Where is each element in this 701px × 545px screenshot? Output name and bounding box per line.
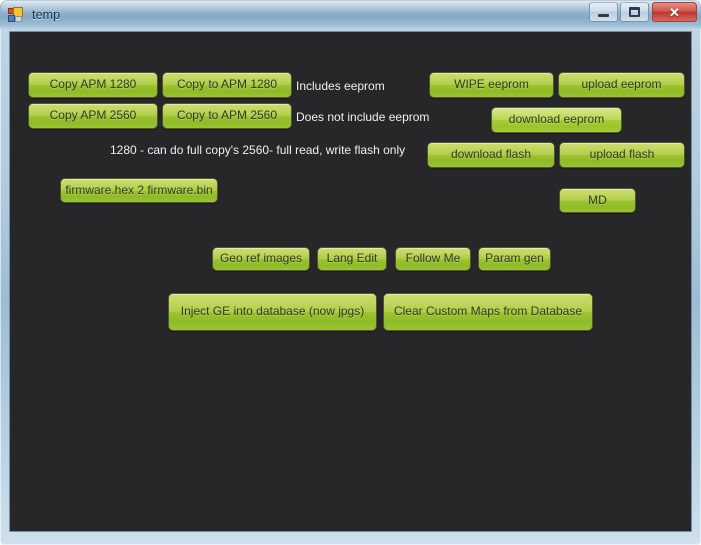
window-controls: ✕ — [587, 2, 697, 22]
minimize-icon — [598, 13, 609, 17]
copy-apm-2560-button[interactable]: Copy APM 2560 — [28, 103, 158, 129]
firmware-hex-2-bin-button[interactable]: firmware.hex 2 firmware.bin — [60, 178, 218, 203]
minimize-button[interactable] — [589, 2, 618, 22]
follow-me-button[interactable]: Follow Me — [395, 247, 471, 271]
title-bar[interactable]: temp ✕ — [0, 0, 701, 29]
copy-capability-note-label: 1280 - can do full copy's 2560- full rea… — [110, 143, 406, 157]
lang-edit-button[interactable]: Lang Edit — [317, 247, 387, 271]
close-icon: ✕ — [669, 4, 680, 20]
upload-eeprom-button[interactable]: upload eeprom — [558, 72, 685, 98]
does-not-include-label: Does not include eeprom — [296, 110, 430, 124]
window-title: temp — [32, 7, 61, 22]
param-gen-button[interactable]: Param gen — [478, 247, 551, 271]
copy-apm-1280-button[interactable]: Copy APM 1280 — [28, 72, 158, 98]
form-icon — [8, 6, 24, 23]
geo-ref-images-button[interactable]: Geo ref images — [212, 247, 310, 271]
maximize-icon — [629, 7, 640, 17]
download-flash-button[interactable]: download flash — [427, 142, 555, 168]
application-window: temp ✕ Copy APM 1280 Copy to APM 1280 WIPE… — [0, 0, 701, 545]
close-button[interactable]: ✕ — [652, 2, 697, 22]
wipe-eeprom-button[interactable]: WIPE eeprom — [429, 72, 554, 98]
clear-custom-maps-button[interactable]: Clear Custom Maps from Database — [383, 293, 593, 331]
copy-to-apm-1280-button[interactable]: Copy to APM 1280 — [162, 72, 292, 98]
form-surface: Copy APM 1280 Copy to APM 1280 WIPE eeprom… — [10, 32, 691, 531]
includes-eeprom-label: Includes eeprom — [296, 79, 385, 93]
upload-flash-button[interactable]: upload flash — [559, 142, 685, 168]
inject-ge-database-button[interactable]: Inject GE into database (now jpgs) — [168, 293, 377, 331]
maximize-button[interactable] — [620, 2, 649, 22]
copy-to-apm-2560-button[interactable]: Copy to APM 2560 — [162, 103, 292, 129]
download-eeprom-button[interactable]: download eeprom — [491, 107, 622, 133]
client-area: Copy APM 1280 Copy to APM 1280 WIPE eeprom… — [9, 31, 692, 532]
md-button[interactable]: MD — [559, 188, 636, 213]
